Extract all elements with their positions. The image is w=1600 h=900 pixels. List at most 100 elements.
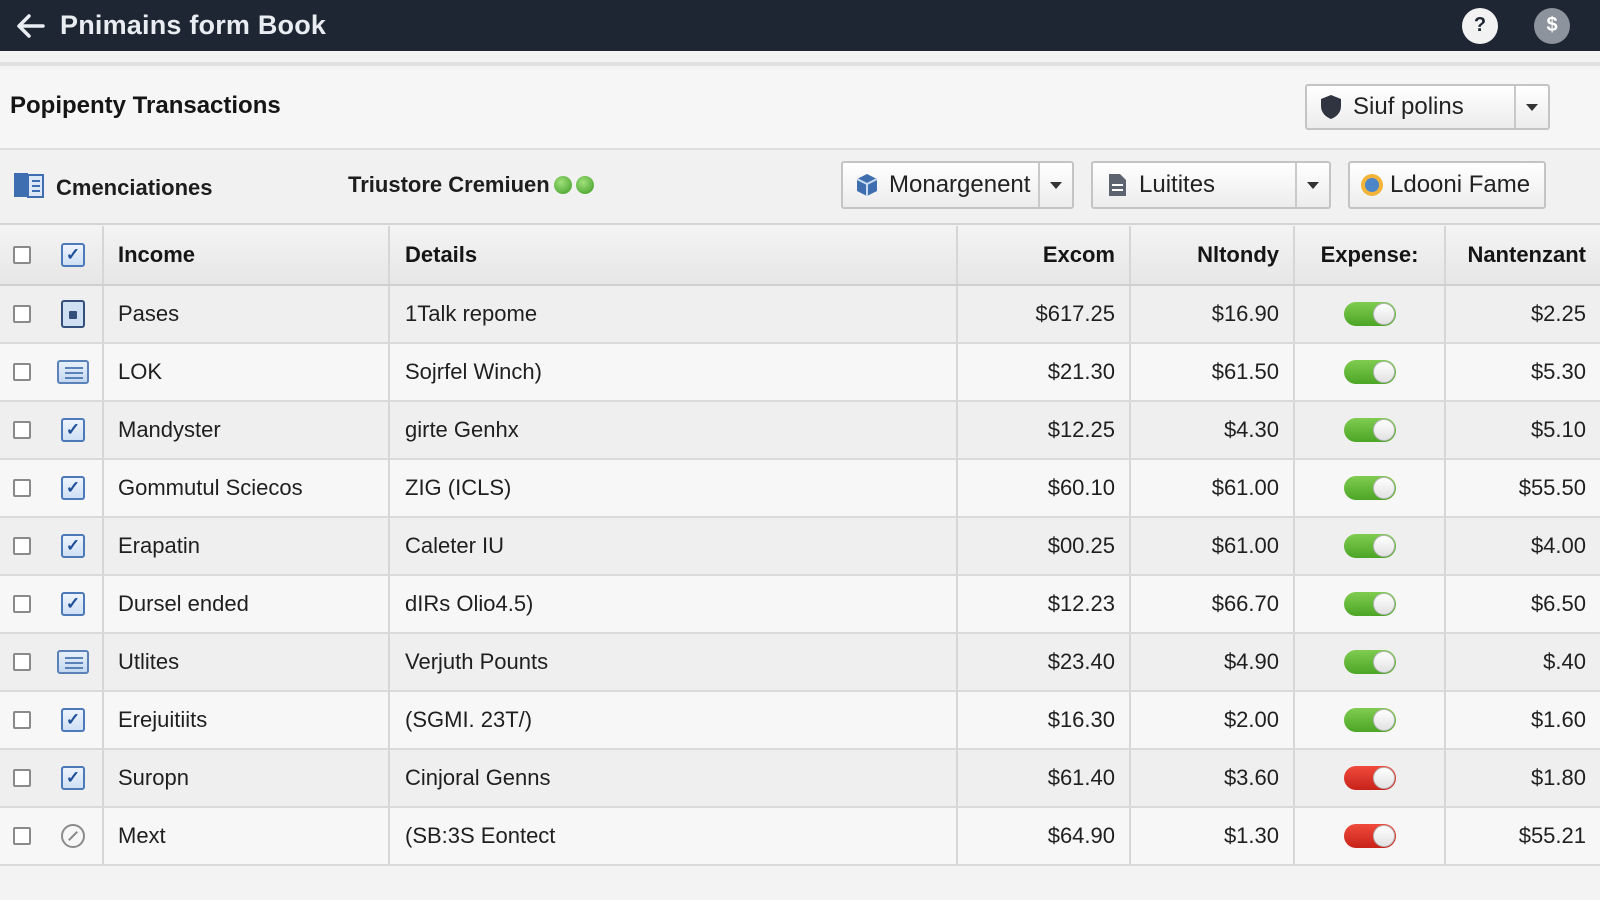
cell-excom: $64.90 — [958, 808, 1131, 864]
column-header-excom[interactable]: Excom — [958, 226, 1131, 284]
column-header-expense[interactable]: Expense: — [1295, 226, 1446, 284]
expense-toggle[interactable] — [1343, 824, 1396, 848]
back-arrow-icon[interactable] — [16, 11, 46, 41]
table-row[interactable]: Mext (SB:3S Eontect $64.90 $1.30 $55.21 — [0, 808, 1600, 866]
cell-nantenzant: $.40 — [1543, 649, 1586, 674]
table-row[interactable]: Pases 1Talk repome $617.25 $16.90 $2.25 — [0, 286, 1600, 344]
table-row[interactable]: ✓ Dursel ended dIRs Olio4.5) $12.23 $66.70 $6… — [0, 576, 1600, 634]
check-icon[interactable]: ✓ — [61, 766, 85, 790]
row-checkbox[interactable] — [13, 421, 31, 439]
cell-details: Caleter IU — [390, 518, 958, 574]
premium-label-text: Triustore Cremiuen — [348, 172, 550, 197]
cell-details: girte Genhx — [390, 402, 958, 458]
cell-nltondy: $61.00 — [1131, 518, 1295, 574]
cell-nltondy: $4.30 — [1131, 402, 1295, 458]
cell-income: Mext — [104, 808, 390, 864]
expense-toggle[interactable] — [1343, 708, 1396, 732]
expense-toggle[interactable] — [1343, 418, 1396, 442]
cell-income: Dursel ended — [104, 576, 390, 632]
cell-details: dIRs Olio4.5) — [390, 576, 958, 632]
check-icon[interactable]: ✓ — [61, 592, 85, 616]
list-icon — [57, 360, 89, 384]
table-row[interactable]: ✓ Mandyster girte Genhx $12.25 $4.30 $5.10 — [0, 402, 1600, 460]
table-row[interactable]: ✓ Erejuitiits (SGMI. 23T/) $16.30 $2.00 $1.60 — [0, 692, 1600, 750]
cell-excom: $60.10 — [958, 460, 1131, 516]
cell-nltondy: $61.00 — [1131, 460, 1295, 516]
column-header-details[interactable]: Details — [390, 226, 958, 284]
table-row[interactable]: Utlites Verjuth Pounts $23.40 $4.90 $.40 — [0, 634, 1600, 692]
row-checkbox[interactable] — [13, 769, 31, 787]
divider — [0, 62, 1600, 66]
cell-excom: $617.25 — [958, 286, 1131, 342]
check-icon[interactable]: ✓ — [61, 476, 85, 500]
cell-nltondy: $1.30 — [1131, 808, 1295, 864]
page-title: Popipenty Transactions — [10, 92, 281, 119]
column-header-income[interactable]: Income — [104, 226, 390, 284]
category-label[interactable]: Cmenciationes — [12, 170, 213, 206]
row-checkbox[interactable] — [13, 479, 31, 497]
table-row[interactable]: ✓ Gommutul Sciecos ZIG (ICLS) $60.10 $61.00 $… — [0, 460, 1600, 518]
transactions-table: ✓ Income Details Excom Nltondy Expense: … — [0, 226, 1600, 866]
row-checkbox[interactable] — [13, 653, 31, 671]
cell-nantenzant: $55.50 — [1518, 475, 1586, 500]
cell-nantenzant: $55.21 — [1518, 823, 1586, 848]
london-fame-button[interactable]: Ldooni Fame — [1348, 161, 1546, 209]
row-checkbox[interactable] — [13, 711, 31, 729]
cell-details: (SB:3S Eontect — [390, 808, 958, 864]
help-icon[interactable]: ? — [1462, 7, 1498, 44]
cell-excom: $21.30 — [958, 344, 1131, 400]
expense-toggle[interactable] — [1343, 650, 1396, 674]
row-checkbox[interactable] — [13, 537, 31, 555]
cell-nltondy: $3.60 — [1131, 750, 1295, 806]
row-checkbox[interactable] — [13, 827, 31, 845]
expense-toggle[interactable] — [1343, 360, 1396, 384]
cell-excom: $16.30 — [958, 692, 1131, 748]
select-all-checkbox[interactable] — [13, 246, 31, 264]
cell-income: Gommutul Sciecos — [104, 460, 390, 516]
column-header-nltondy[interactable]: Nltondy — [1131, 226, 1295, 284]
row-checkbox[interactable] — [13, 595, 31, 613]
management-dropdown-value: Monargenent — [889, 171, 1031, 198]
green-status-icon — [575, 176, 594, 194]
chevron-down-icon[interactable] — [1295, 163, 1329, 207]
lock-icon — [61, 300, 85, 328]
header-check-icon[interactable]: ✓ — [61, 243, 85, 267]
management-dropdown[interactable]: Monargenent — [841, 161, 1074, 209]
cell-nantenzant: $5.10 — [1530, 417, 1586, 442]
chevron-down-icon[interactable] — [1038, 163, 1072, 207]
table-row[interactable]: LOK Sojrfel Winch) $21.30 $61.50 $5.30 — [0, 344, 1600, 402]
expense-toggle[interactable] — [1343, 592, 1396, 616]
circle-slash-icon — [61, 824, 85, 848]
dollar-icon[interactable]: $ — [1534, 7, 1570, 44]
cell-details: Sojrfel Winch) — [390, 344, 958, 400]
chevron-down-icon[interactable] — [1514, 86, 1548, 128]
top-bar: Pnimains form Book ? $ — [0, 0, 1600, 51]
check-icon[interactable]: ✓ — [61, 418, 85, 442]
cell-nantenzant: $5.30 — [1530, 359, 1586, 384]
expense-toggle[interactable] — [1343, 302, 1396, 326]
cell-details: Cinjoral Genns — [390, 750, 958, 806]
table-row[interactable]: ✓ Suropn Cinjoral Genns $61.40 $3.60 $1.80 — [0, 750, 1600, 808]
row-checkbox[interactable] — [13, 363, 31, 381]
cell-details: ZIG (ICLS) — [390, 460, 958, 516]
cell-income: Pases — [104, 286, 390, 342]
table-row[interactable]: ✓ Erapatin Caleter IU $00.25 $61.00 $4.00 — [0, 518, 1600, 576]
cell-income: Mandyster — [104, 402, 390, 458]
check-icon[interactable]: ✓ — [61, 534, 85, 558]
utilities-dropdown[interactable]: Luitites — [1091, 161, 1331, 209]
cell-details: Verjuth Pounts — [390, 634, 958, 690]
cell-nltondy: $16.90 — [1131, 286, 1295, 342]
expense-toggle[interactable] — [1343, 476, 1396, 500]
cell-nantenzant: $6.50 — [1530, 591, 1586, 616]
cell-details: 1Talk repome — [390, 286, 958, 342]
sort-select[interactable]: Siuf polins — [1305, 84, 1550, 130]
column-header-nantenzant[interactable]: Nantenzant — [1446, 226, 1600, 284]
cube-icon — [853, 171, 881, 199]
expense-toggle[interactable] — [1343, 766, 1396, 790]
check-icon[interactable]: ✓ — [61, 708, 85, 732]
cell-nantenzant: $2.25 — [1530, 301, 1586, 326]
green-status-icon — [553, 176, 572, 194]
row-checkbox[interactable] — [13, 305, 31, 323]
cell-details: (SGMI. 23T/) — [390, 692, 958, 748]
expense-toggle[interactable] — [1343, 534, 1396, 558]
